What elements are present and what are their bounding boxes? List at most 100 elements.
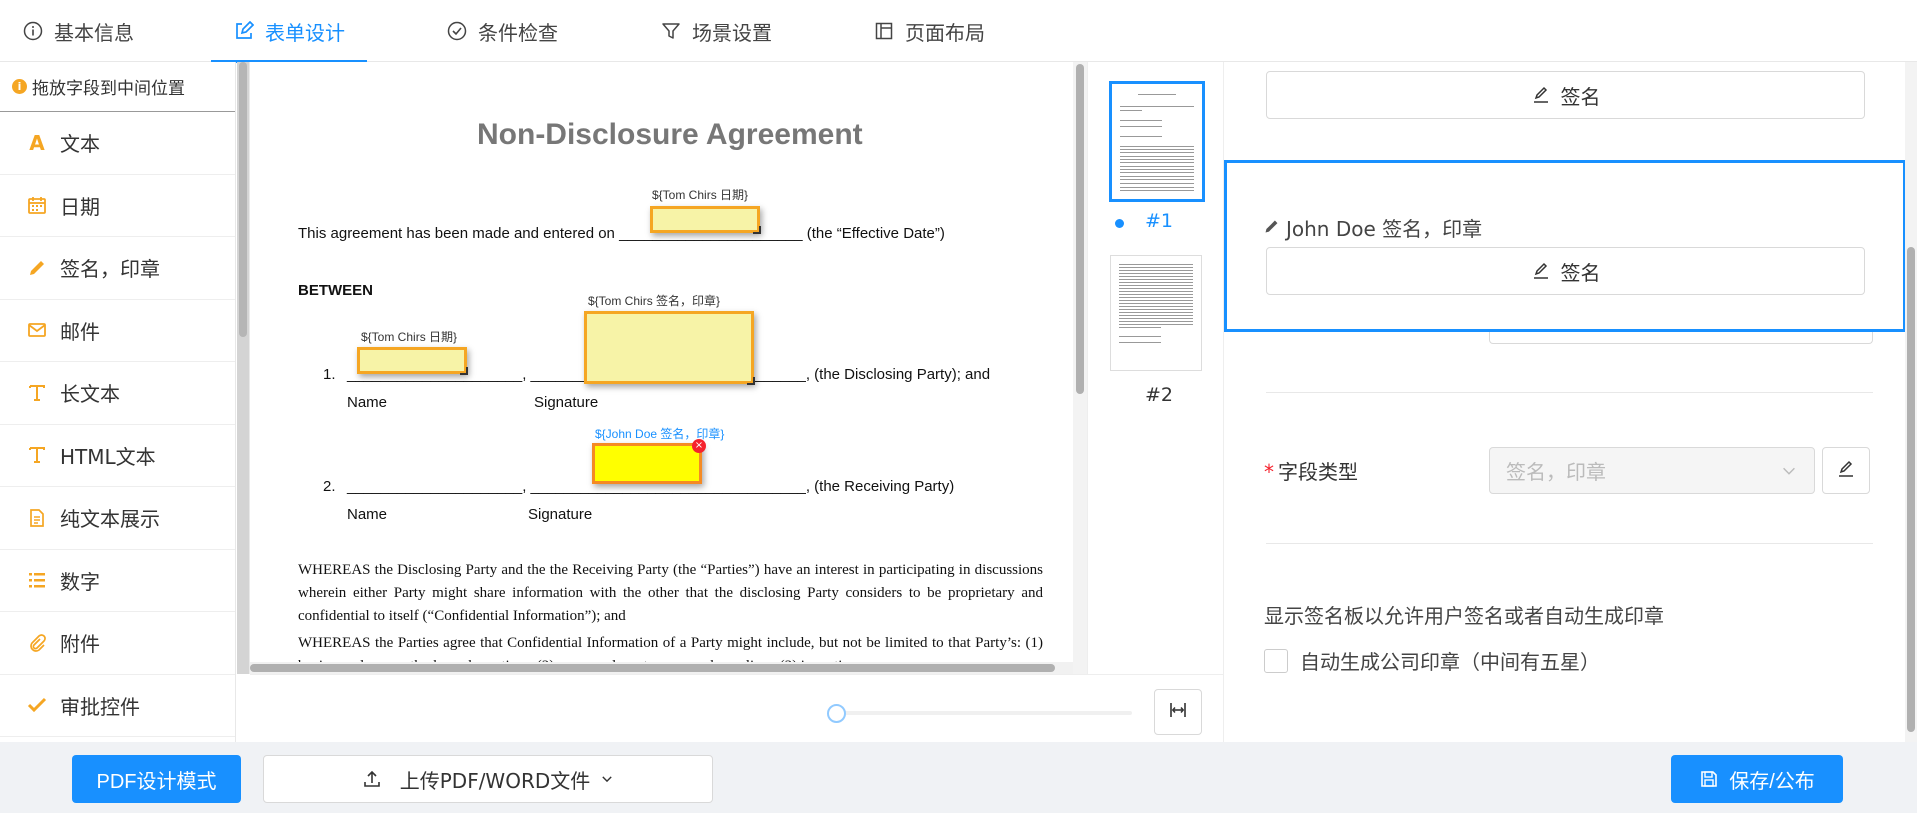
scrollbar-thumb[interactable] [1907, 247, 1915, 732]
zoom-slider-track[interactable] [842, 711, 1132, 715]
field-type-edit-button[interactable] [1822, 447, 1870, 494]
signature-description: 显示签名板以允许用户签名或者自动生成印章 [1264, 604, 1664, 628]
tab-scene-settings[interactable]: 场景设置 [660, 0, 772, 62]
page-thumbnail-2-label[interactable]: #2 [1145, 384, 1173, 406]
tab-label: 基本信息 [54, 20, 134, 45]
calendar-icon [26, 194, 48, 216]
whereas-paragraph-2: WHEREAS the Parties agree that Confident… [298, 635, 1043, 662]
selected-field-card[interactable]: John Doe 签名，印章 签名 [1224, 160, 1906, 332]
field-item-attachment[interactable]: 附件 [0, 612, 235, 675]
resize-handle[interactable] [460, 367, 468, 375]
textarea-resize-edge [1489, 332, 1873, 344]
placeholder-label-sign-john: ${John Doe 签名，印章} [595, 427, 725, 441]
top-tab-bar: 基本信息 表单设计 条件检查 场景设置 页面布局 [0, 0, 1917, 63]
party1-signature-label: Signature [534, 394, 599, 411]
edit-pen-icon [1531, 261, 1551, 281]
party2-signature-label: Signature [528, 506, 593, 523]
file-text-icon [26, 507, 48, 529]
fit-width-button[interactable] [1154, 689, 1202, 735]
page-thumbnails: #1 #2 [1087, 62, 1223, 674]
document-title: Non-Disclosure Agreement [477, 118, 863, 151]
edit-square-icon [233, 20, 255, 42]
field-item-signature-seal[interactable]: 签名，印章 [0, 237, 235, 300]
edit-pen-icon [1836, 459, 1856, 483]
page-thumbnail-2[interactable] [1110, 255, 1202, 371]
tab-label: 页面布局 [905, 20, 985, 45]
zoom-slider-handle[interactable] [827, 704, 846, 723]
page-vertical-scrollbar[interactable] [1073, 62, 1087, 674]
text-t-icon [26, 382, 48, 404]
page-horizontal-scrollbar[interactable] [250, 662, 1073, 674]
placeholder-signature-tom[interactable] [584, 311, 755, 385]
field-properties-panel: 签名 John Doe 签名，印章 签名 * 字段类型 签名，印章 显示签名板以… [1223, 62, 1917, 742]
effective-date-line: This agreement has been made and entered… [298, 225, 945, 242]
fit-width-icon [1168, 700, 1188, 724]
field-item-plain-text-display[interactable]: 纯文本展示 [0, 487, 235, 550]
remove-placeholder-icon[interactable]: × [692, 439, 706, 453]
info-dot-icon: i [12, 79, 27, 94]
canvas-vertical-scrollbar[interactable] [237, 62, 249, 674]
divider [1266, 392, 1873, 393]
page-thumbnail-1[interactable] [1109, 81, 1205, 202]
between-heading: BETWEEN [298, 282, 373, 299]
party1-number: 1. [323, 366, 336, 383]
pencil-icon [26, 257, 48, 279]
upload-file-button[interactable]: 上传PDF/WORD文件 [263, 755, 713, 803]
tab-condition-check[interactable]: 条件检查 [446, 0, 558, 62]
check-mark-icon [26, 694, 48, 716]
filter-icon [660, 20, 682, 42]
auto-seal-option[interactable]: 自动生成公司印章（中间有五星） [1264, 646, 1600, 675]
save-publish-button[interactable]: 保存/公布 [1671, 755, 1843, 803]
chevron-down-icon [600, 772, 614, 786]
upload-icon [362, 769, 382, 789]
field-item-text[interactable]: A 文本 [0, 112, 235, 175]
whereas-paragraph-1: WHEREAS the Disclosing Party and the the… [298, 562, 1043, 624]
field-item-html-text[interactable]: HTML文本 [0, 425, 235, 487]
selected-field-sign-button[interactable]: 签名 [1266, 247, 1865, 295]
party2-name-label: Name [347, 506, 388, 523]
placeholder-label-sign-tom: ${Tom Chirs 签名，印章} [588, 294, 721, 308]
placeholder-label-date-top: ${Tom Chirs 日期} [652, 188, 749, 202]
placeholder-date-top[interactable] [650, 206, 761, 234]
tab-form-design[interactable]: 表单设计 [211, 0, 367, 63]
tab-label: 条件检查 [478, 20, 558, 45]
font-a-icon: A [29, 130, 45, 155]
drag-hint: i 拖放字段到中间位置 [0, 62, 235, 112]
field-type-label: * 字段类型 [1264, 460, 1358, 484]
resize-handle[interactable] [747, 377, 755, 385]
field-item-email[interactable]: 邮件 [0, 300, 235, 362]
edit-pen-icon [1531, 85, 1551, 105]
resize-handle[interactable] [753, 226, 761, 234]
field-item-long-text[interactable]: 长文本 [0, 362, 235, 425]
auto-seal-checkbox[interactable] [1264, 648, 1288, 673]
scrollbar-thumb[interactable] [250, 664, 1055, 672]
tab-page-layout[interactable]: 页面布局 [873, 0, 985, 62]
field-item-approval-control[interactable]: 审批控件 [0, 675, 235, 737]
field-type-select[interactable]: 签名，印章 [1489, 447, 1815, 494]
scrollbar-thumb[interactable] [1076, 64, 1084, 394]
placeholder-signature-john-selected[interactable]: × [592, 439, 706, 484]
current-page-dot [1115, 219, 1124, 228]
scrollbar-thumb[interactable] [239, 62, 247, 337]
info-circle-icon [22, 20, 44, 42]
properties-scrollbar[interactable] [1905, 62, 1917, 742]
page-thumbnail-1-label[interactable]: #1 [1145, 210, 1173, 232]
required-asterisk: * [1264, 460, 1274, 484]
check-circle-icon [446, 20, 468, 42]
chevron-down-icon [1780, 461, 1798, 485]
field-palette: i 拖放字段到中间位置 A 文本 日期 签名，印章 邮件 长文本 HTML文本 [0, 62, 236, 742]
signature-field-sign-button[interactable]: 签名 [1266, 71, 1865, 119]
zoom-bar [250, 674, 1223, 742]
save-icon [1699, 769, 1719, 789]
mail-icon [26, 319, 48, 341]
tab-basic-info[interactable]: 基本信息 [22, 0, 134, 62]
field-item-number[interactable]: 数字 [0, 550, 235, 612]
party2-number: 2. [323, 478, 336, 495]
ordered-list-icon [26, 569, 48, 591]
selected-field-title: John Doe 签名，印章 [1263, 213, 1482, 242]
footer-bar: PDF设计模式 上传PDF/WORD文件 保存/公布 [0, 742, 1917, 813]
pdf-design-mode-button[interactable]: PDF设计模式 [72, 755, 241, 803]
tab-label: 表单设计 [265, 20, 345, 45]
placeholder-date-party1[interactable] [357, 347, 468, 375]
field-item-date[interactable]: 日期 [0, 175, 235, 237]
